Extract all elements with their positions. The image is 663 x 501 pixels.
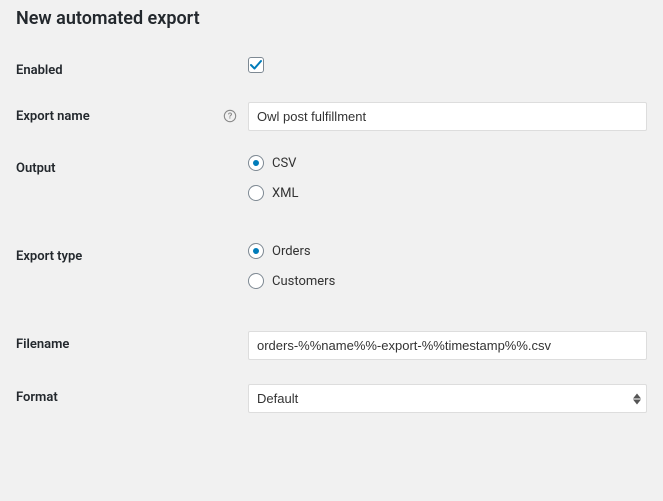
- format-select[interactable]: Default: [248, 384, 647, 413]
- output-radio-xml[interactable]: XML: [248, 185, 647, 201]
- output-radio-csv-label: CSV: [272, 156, 296, 171]
- output-radio-csv[interactable]: CSV: [248, 155, 647, 171]
- check-icon: [249, 58, 263, 72]
- format-label: Format: [16, 384, 248, 405]
- export-type-radio-customers[interactable]: Customers: [248, 273, 647, 289]
- export-type-radio-orders-label: Orders: [272, 244, 311, 259]
- filename-input[interactable]: [248, 331, 647, 360]
- output-radio-xml-label: XML: [272, 186, 299, 201]
- output-label: Output: [16, 155, 248, 176]
- export-name-input[interactable]: [248, 102, 647, 131]
- filename-label: Filename: [16, 331, 248, 352]
- export-name-label: Export name ?: [16, 102, 248, 124]
- page-title: New automated export: [16, 8, 647, 29]
- enabled-checkbox[interactable]: [248, 57, 264, 73]
- svg-text:?: ?: [228, 112, 233, 121]
- export-type-radio-orders[interactable]: Orders: [248, 243, 647, 259]
- enabled-label: Enabled: [16, 57, 248, 78]
- export-type-radio-customers-label: Customers: [272, 274, 335, 289]
- export-type-label: Export type: [16, 243, 248, 264]
- help-icon[interactable]: ?: [222, 108, 238, 124]
